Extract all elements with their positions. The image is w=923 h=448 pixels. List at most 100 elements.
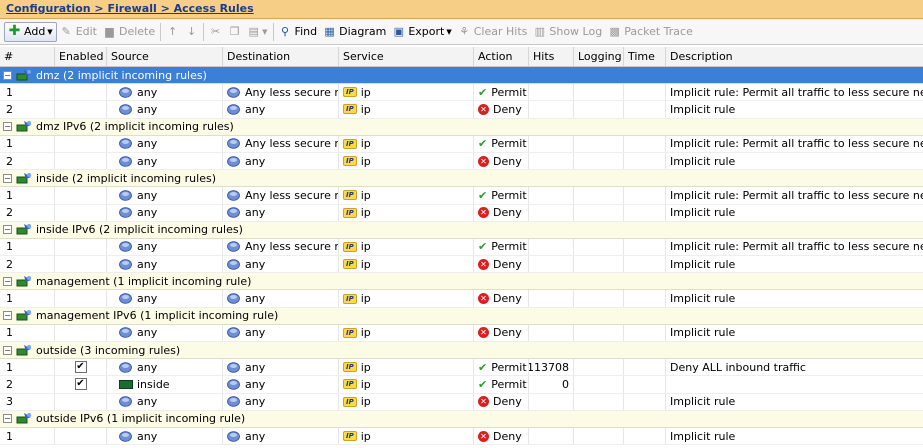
breadcrumb-link[interactable]: Configuration > Firewall > Access Rules: [6, 2, 254, 15]
column-header-action[interactable]: Action: [474, 47, 529, 66]
destination-value: any: [245, 102, 266, 116]
enabled-checkbox[interactable]: ✔: [74, 361, 87, 374]
source-cell: any: [107, 256, 223, 273]
destination-value: any: [245, 292, 266, 306]
add-button[interactable]: ✚ Add ▼: [4, 21, 57, 42]
service-ip-icon: IP: [343, 259, 357, 270]
table-row[interactable]: 2 any any IP ip ✕ Deny Implicit rule: [0, 101, 923, 119]
description-value: Implicit rule: [670, 206, 736, 220]
move-down-button[interactable]: ↓: [182, 22, 201, 42]
service-ip-icon: IP: [343, 431, 357, 442]
cut-button[interactable]: ✂: [206, 22, 225, 42]
rule-number: 1: [6, 429, 13, 443]
table-row[interactable]: 1anyAny less secure ne...IPip✔PermitImpl…: [0, 135, 923, 153]
table-row[interactable]: 1anyAny less secure ne...IPip✔PermitImpl…: [0, 187, 923, 205]
interface-icon: [16, 344, 32, 357]
time-cell: [624, 427, 666, 445]
rule-number-cell: 1: [0, 135, 55, 152]
time-cell: [624, 204, 666, 221]
column-header-time[interactable]: Time: [624, 47, 666, 66]
source-value: any: [137, 292, 158, 306]
table-row[interactable]: 2 any any IP ip ✕ Deny Implicit rule: [0, 152, 923, 171]
interface-group-row[interactable]: − dmz IPv6 (2 implicit incoming rules): [0, 118, 923, 136]
source-cell: any: [107, 359, 223, 376]
table-row[interactable]: 2 any any IP ip ✕ Deny Implicit rule: [0, 204, 923, 222]
collapse-toggle-icon[interactable]: −: [3, 225, 12, 235]
service-cell: IP ip: [339, 187, 474, 204]
table-row[interactable]: 2 ✔ inside any IP ip ✔ Permit 0: [0, 376, 923, 394]
description-value: Implicit rule: Permit all traffic to les…: [670, 240, 923, 254]
hits-cell: [529, 427, 574, 445]
collapse-toggle-icon[interactable]: −: [3, 414, 12, 424]
interface-group-row[interactable]: − inside (2 implicit incoming rules): [0, 170, 923, 188]
column-header-service[interactable]: Service: [339, 47, 474, 66]
interface-group-row[interactable]: − outside IPv6 (1 implicit incoming rule): [0, 410, 923, 428]
collapse-toggle-icon[interactable]: −: [3, 70, 12, 80]
network-object-icon: [227, 241, 240, 253]
copy-button[interactable]: ❐: [225, 22, 244, 42]
action-value: Permit: [491, 360, 527, 374]
table-row[interactable]: 3 any any IP ip ✕ Deny Implicit rule: [0, 393, 923, 411]
column-header-logging[interactable]: Logging: [574, 47, 624, 66]
column-header-description[interactable]: Description: [666, 47, 923, 66]
destination-value: Any less secure ne...: [245, 188, 338, 202]
enabled-cell: [55, 324, 107, 341]
description-cell: Implicit rule: Permit all traffic to les…: [666, 136, 923, 152]
move-up-button[interactable]: ↑: [163, 22, 182, 42]
breadcrumb[interactable]: Configuration > Firewall > Access Rules: [0, 0, 923, 19]
table-row[interactable]: 2 any any IP ip ✕ Deny Implicit rule: [0, 256, 923, 274]
source-cell: any: [107, 101, 223, 118]
diagram-button[interactable]: ▦ Diagram: [320, 22, 389, 42]
source-value: any: [137, 257, 158, 271]
collapse-toggle-icon[interactable]: −: [3, 173, 12, 183]
enabled-cell: [55, 256, 107, 273]
logging-cell: [574, 324, 624, 341]
description-cell: Implicit rule: [666, 428, 923, 444]
collapse-toggle-icon[interactable]: −: [3, 345, 12, 355]
paste-button[interactable]: ▤ ▼: [244, 22, 270, 42]
column-header-enabled[interactable]: Enabled: [55, 47, 107, 66]
column-header-hits[interactable]: Hits: [529, 47, 574, 66]
deny-icon: ✕: [478, 327, 489, 339]
table-row[interactable]: 1 any any IP ip ✕ Deny Implicit rule: [0, 427, 923, 446]
column-header-destination[interactable]: Destination: [223, 47, 339, 66]
table-row[interactable]: 1 any any IP ip ✕ Deny Implicit rule: [0, 290, 923, 308]
clear-hits-button[interactable]: ⚘ Clear Hits: [455, 22, 531, 42]
enabled-cell: [55, 152, 107, 170]
collapse-toggle-icon[interactable]: −: [3, 122, 12, 132]
column-header-number[interactable]: #: [0, 47, 55, 66]
enabled-checkbox[interactable]: ✔: [74, 378, 87, 391]
interface-network-icon: [119, 379, 133, 389]
column-header-source[interactable]: Source: [107, 47, 223, 66]
logging-cell: [574, 152, 624, 170]
collapse-toggle-icon[interactable]: −: [3, 276, 12, 286]
table-row[interactable]: 1 any any IP ip ✕ Deny Implicit rule: [0, 324, 923, 342]
service-ip-icon: IP: [343, 327, 357, 338]
delete-button[interactable]: ▆ Delete: [100, 22, 158, 42]
show-log-button[interactable]: ▥ Show Log: [530, 22, 605, 42]
hits-cell: [529, 135, 574, 152]
packet-trace-button[interactable]: ▩ Packet Trace: [605, 22, 696, 42]
table-row[interactable]: 1anyAny less secure ne...IPip✔PermitImpl…: [0, 238, 923, 257]
description-cell: Implicit rule: [666, 394, 923, 410]
rule-number: 1: [6, 240, 13, 254]
interface-group-row[interactable]: − dmz (2 implicit incoming rules): [0, 67, 923, 85]
interface-group-row[interactable]: − management (1 implicit incoming rule): [0, 273, 923, 291]
interface-group-row[interactable]: − inside IPv6 (2 implicit incoming rules): [0, 221, 923, 239]
destination-cell: Any less secure ne...: [223, 238, 339, 256]
description-cell: Implicit rule: Permit all traffic to les…: [666, 84, 923, 100]
rule-number: 1: [6, 292, 13, 306]
table-row[interactable]: 1✔anyanyIPip✔Permit3113708Deny ALL inbou…: [0, 359, 923, 377]
interface-group-row[interactable]: − outside (3 incoming rules): [0, 342, 923, 360]
toolbar-separator: [160, 22, 162, 41]
find-button[interactable]: ⚲ Find: [276, 22, 321, 42]
export-button[interactable]: ▣ Export ▼: [389, 22, 454, 42]
magnifier-icon: ⚲: [281, 25, 290, 38]
edit-button[interactable]: ✎ Edit: [57, 22, 100, 42]
interface-group-row[interactable]: − management IPv6 (1 implicit incoming ru…: [0, 307, 923, 325]
rule-number-cell: 3: [0, 393, 55, 410]
table-row[interactable]: 1anyAny less secure ne...IPip✔PermitImpl…: [0, 84, 923, 102]
service-value: ip: [360, 395, 371, 409]
source-cell: any: [107, 187, 223, 204]
collapse-toggle-icon[interactable]: −: [3, 311, 12, 321]
